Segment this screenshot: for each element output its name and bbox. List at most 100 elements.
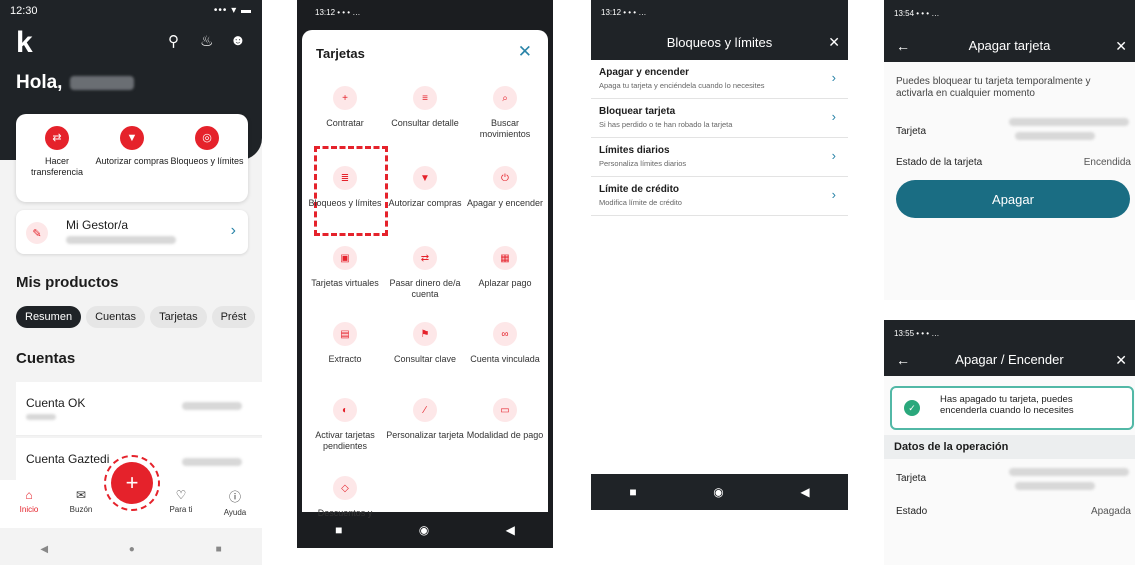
menu-item[interactable]: ≡ Consultar detalle bbox=[386, 86, 464, 129]
status-bar: 12:30 ••• ▾ ▬ bbox=[10, 5, 252, 19]
mail-icon: ✉ bbox=[75, 488, 87, 502]
tab-label: Inicio bbox=[19, 505, 39, 514]
menu-item[interactable]: ⇄ Pasar dinero de/a cuenta bbox=[386, 246, 464, 300]
tab-para-ti[interactable]: ♡ Para ti bbox=[156, 488, 206, 514]
menu-item-label: Buscar movimientos bbox=[479, 118, 531, 139]
menu-item[interactable]: + Contratar bbox=[306, 86, 384, 129]
chevron-right-icon: › bbox=[230, 222, 236, 239]
chip-tarjetas[interactable]: Tarjetas bbox=[150, 306, 207, 328]
card-name-redacted bbox=[1015, 482, 1095, 490]
menu-item-icon: ▭ bbox=[493, 398, 517, 422]
menu-item[interactable]: ∞ Cuenta vinculada bbox=[466, 322, 544, 365]
option-row[interactable]: Apagar y encender Apaga tu tarjeta y enci… bbox=[591, 60, 848, 99]
state-value: Apagada bbox=[1090, 506, 1131, 517]
close-icon[interactable]: ✕ bbox=[1115, 38, 1127, 55]
menu-item-label: Contratar bbox=[326, 118, 364, 128]
system-nav-bar: ■ ◉ ◀ bbox=[297, 512, 553, 548]
turn-off-button[interactable]: Apagar bbox=[896, 180, 1130, 218]
recents-nav-icon[interactable]: ■ bbox=[335, 523, 342, 537]
greeting-text: Hola, bbox=[16, 72, 63, 93]
chip-prestamos[interactable]: Prést bbox=[211, 306, 256, 328]
back-nav-icon[interactable]: ◀ bbox=[506, 523, 515, 537]
menu-item[interactable]: ◐ Activar tarjetas pendientes bbox=[306, 398, 384, 452]
home-nav-icon[interactable]: ● bbox=[129, 544, 135, 555]
screen-title: Apagar / Encender bbox=[955, 352, 1064, 367]
user-name-redacted bbox=[70, 75, 135, 90]
close-icon[interactable]: ✕ bbox=[1115, 352, 1127, 369]
menu-item-icon: ▣ bbox=[333, 246, 357, 270]
menu-item-icon: ⏻ bbox=[493, 166, 517, 190]
status-time: 12:30 bbox=[10, 5, 38, 17]
products-title: Mis productos bbox=[16, 274, 119, 291]
menu-item[interactable]: ▭ Modalidad de pago bbox=[466, 398, 544, 441]
menu-item-icon: ⇄ bbox=[413, 246, 437, 270]
menu-item[interactable]: ▼ Autorizar compras bbox=[386, 166, 464, 209]
status-icons: ••• ▾ ▬ bbox=[213, 5, 252, 16]
quick-action-limits[interactable]: ◎ Bloqueos y límites bbox=[168, 126, 246, 167]
menu-item-icon: ≡ bbox=[413, 86, 437, 110]
menu-item-label: Activar tarjetas pendientes bbox=[315, 430, 375, 451]
menu-item[interactable]: ▦ Aplazar pago bbox=[466, 246, 544, 289]
gestor-icon: ✎ bbox=[26, 222, 48, 244]
add-fab-button[interactable]: + bbox=[111, 462, 153, 504]
back-arrow-icon[interactable]: ← bbox=[896, 38, 910, 54]
menu-item[interactable]: ⌕ Buscar movimientos bbox=[466, 86, 544, 140]
menu-item[interactable]: ∕ Personalizar tarjeta bbox=[386, 398, 464, 441]
chevron-right-icon: › bbox=[831, 70, 836, 85]
menu-item[interactable]: ≣ Bloqueos y límites bbox=[306, 166, 384, 209]
account-row[interactable]: Cuenta OK bbox=[16, 382, 262, 436]
menu-item[interactable]: ⏻ Apagar y encender bbox=[466, 166, 544, 209]
home-nav-icon[interactable]: ◉ bbox=[713, 485, 723, 499]
tab-buzon[interactable]: ✉ Buzón bbox=[56, 488, 106, 514]
option-title: Límites diarios bbox=[599, 145, 670, 156]
tab-ayuda[interactable]: ⓘ Ayuda bbox=[210, 488, 260, 517]
menu-item[interactable]: ▣ Tarjetas virtuales bbox=[306, 246, 384, 289]
limits-screen: 13:12 • • • … Bloqueos y límites ✕ Apaga… bbox=[591, 0, 848, 510]
menu-item-label: Apagar y encender bbox=[466, 198, 544, 208]
turn-off-result-screen: 13:55 • • • … Apagar / Encender ← ✕ ✓ Has… bbox=[884, 320, 1135, 565]
menu-item-icon: ∞ bbox=[493, 322, 517, 346]
menu-item[interactable]: ⚑ Consultar clave bbox=[386, 322, 464, 365]
recents-nav-icon[interactable]: ■ bbox=[216, 544, 222, 555]
chip-resumen[interactable]: Resumen bbox=[16, 306, 82, 328]
menu-item[interactable]: ▤ Extracto bbox=[306, 322, 384, 365]
close-icon[interactable]: ✕ bbox=[828, 34, 840, 51]
status-bar: 13:54 • • • … bbox=[894, 9, 940, 18]
home-icon: ⌂ bbox=[25, 488, 33, 502]
option-row[interactable]: Límite de crédito Modifica límite de créd… bbox=[591, 177, 848, 216]
menu-item-label: Consultar detalle bbox=[391, 118, 459, 128]
menu-item-icon: ◇ bbox=[333, 476, 357, 500]
quick-action-transfer[interactable]: ⇄ Hacer transferencia bbox=[18, 126, 96, 178]
bell-icon[interactable]: ♨ bbox=[200, 32, 213, 50]
option-row[interactable]: Bloquear tarjeta Si has perdido o te han … bbox=[591, 99, 848, 138]
app-bar: 13:54 • • • … Apagar tarjeta ← ✕ bbox=[884, 0, 1135, 62]
home-nav-icon[interactable]: ◉ bbox=[419, 523, 429, 537]
menu-item-label: Pasar dinero de/a cuenta bbox=[389, 278, 461, 299]
account-number-redacted bbox=[26, 414, 56, 420]
menu-item-label: Consultar clave bbox=[393, 354, 457, 364]
close-icon[interactable]: ✕ bbox=[518, 42, 532, 62]
app-logo: k bbox=[16, 26, 33, 59]
gestor-card[interactable]: ✎ Mi Gestor/a › bbox=[16, 210, 248, 254]
tab-inicio[interactable]: ⌂ Inicio bbox=[4, 488, 54, 514]
tab-label: Para ti bbox=[169, 505, 193, 514]
greeting: Hola, bbox=[16, 72, 135, 94]
screen-title: Apagar tarjeta bbox=[968, 38, 1051, 53]
quick-action-label: Bloqueos y límites bbox=[170, 156, 244, 166]
back-nav-icon[interactable]: ◀ bbox=[40, 544, 48, 555]
gestor-title: Mi Gestor/a bbox=[66, 218, 129, 232]
option-title: Apagar y encender bbox=[599, 67, 690, 78]
chip-cuentas[interactable]: Cuentas bbox=[86, 306, 146, 328]
back-arrow-icon[interactable]: ← bbox=[896, 352, 910, 368]
system-nav-bar: ■ ◉ ◀ bbox=[591, 474, 848, 510]
user-icon[interactable]: ☻ bbox=[230, 32, 246, 49]
section-header: Datos de la operación bbox=[884, 435, 1135, 459]
option-row[interactable]: Límites diarios Personaliza límites diari… bbox=[591, 138, 848, 177]
back-nav-icon[interactable]: ◀ bbox=[800, 485, 809, 499]
card-number-redacted bbox=[1009, 468, 1129, 476]
quick-action-authorize[interactable]: ▼ Autorizar compras bbox=[93, 126, 171, 167]
card-label: Tarjeta bbox=[896, 473, 927, 484]
search-icon[interactable]: ⚲ bbox=[168, 32, 179, 50]
recents-nav-icon[interactable]: ■ bbox=[629, 485, 636, 499]
sheet-title: Tarjetas bbox=[316, 46, 365, 61]
